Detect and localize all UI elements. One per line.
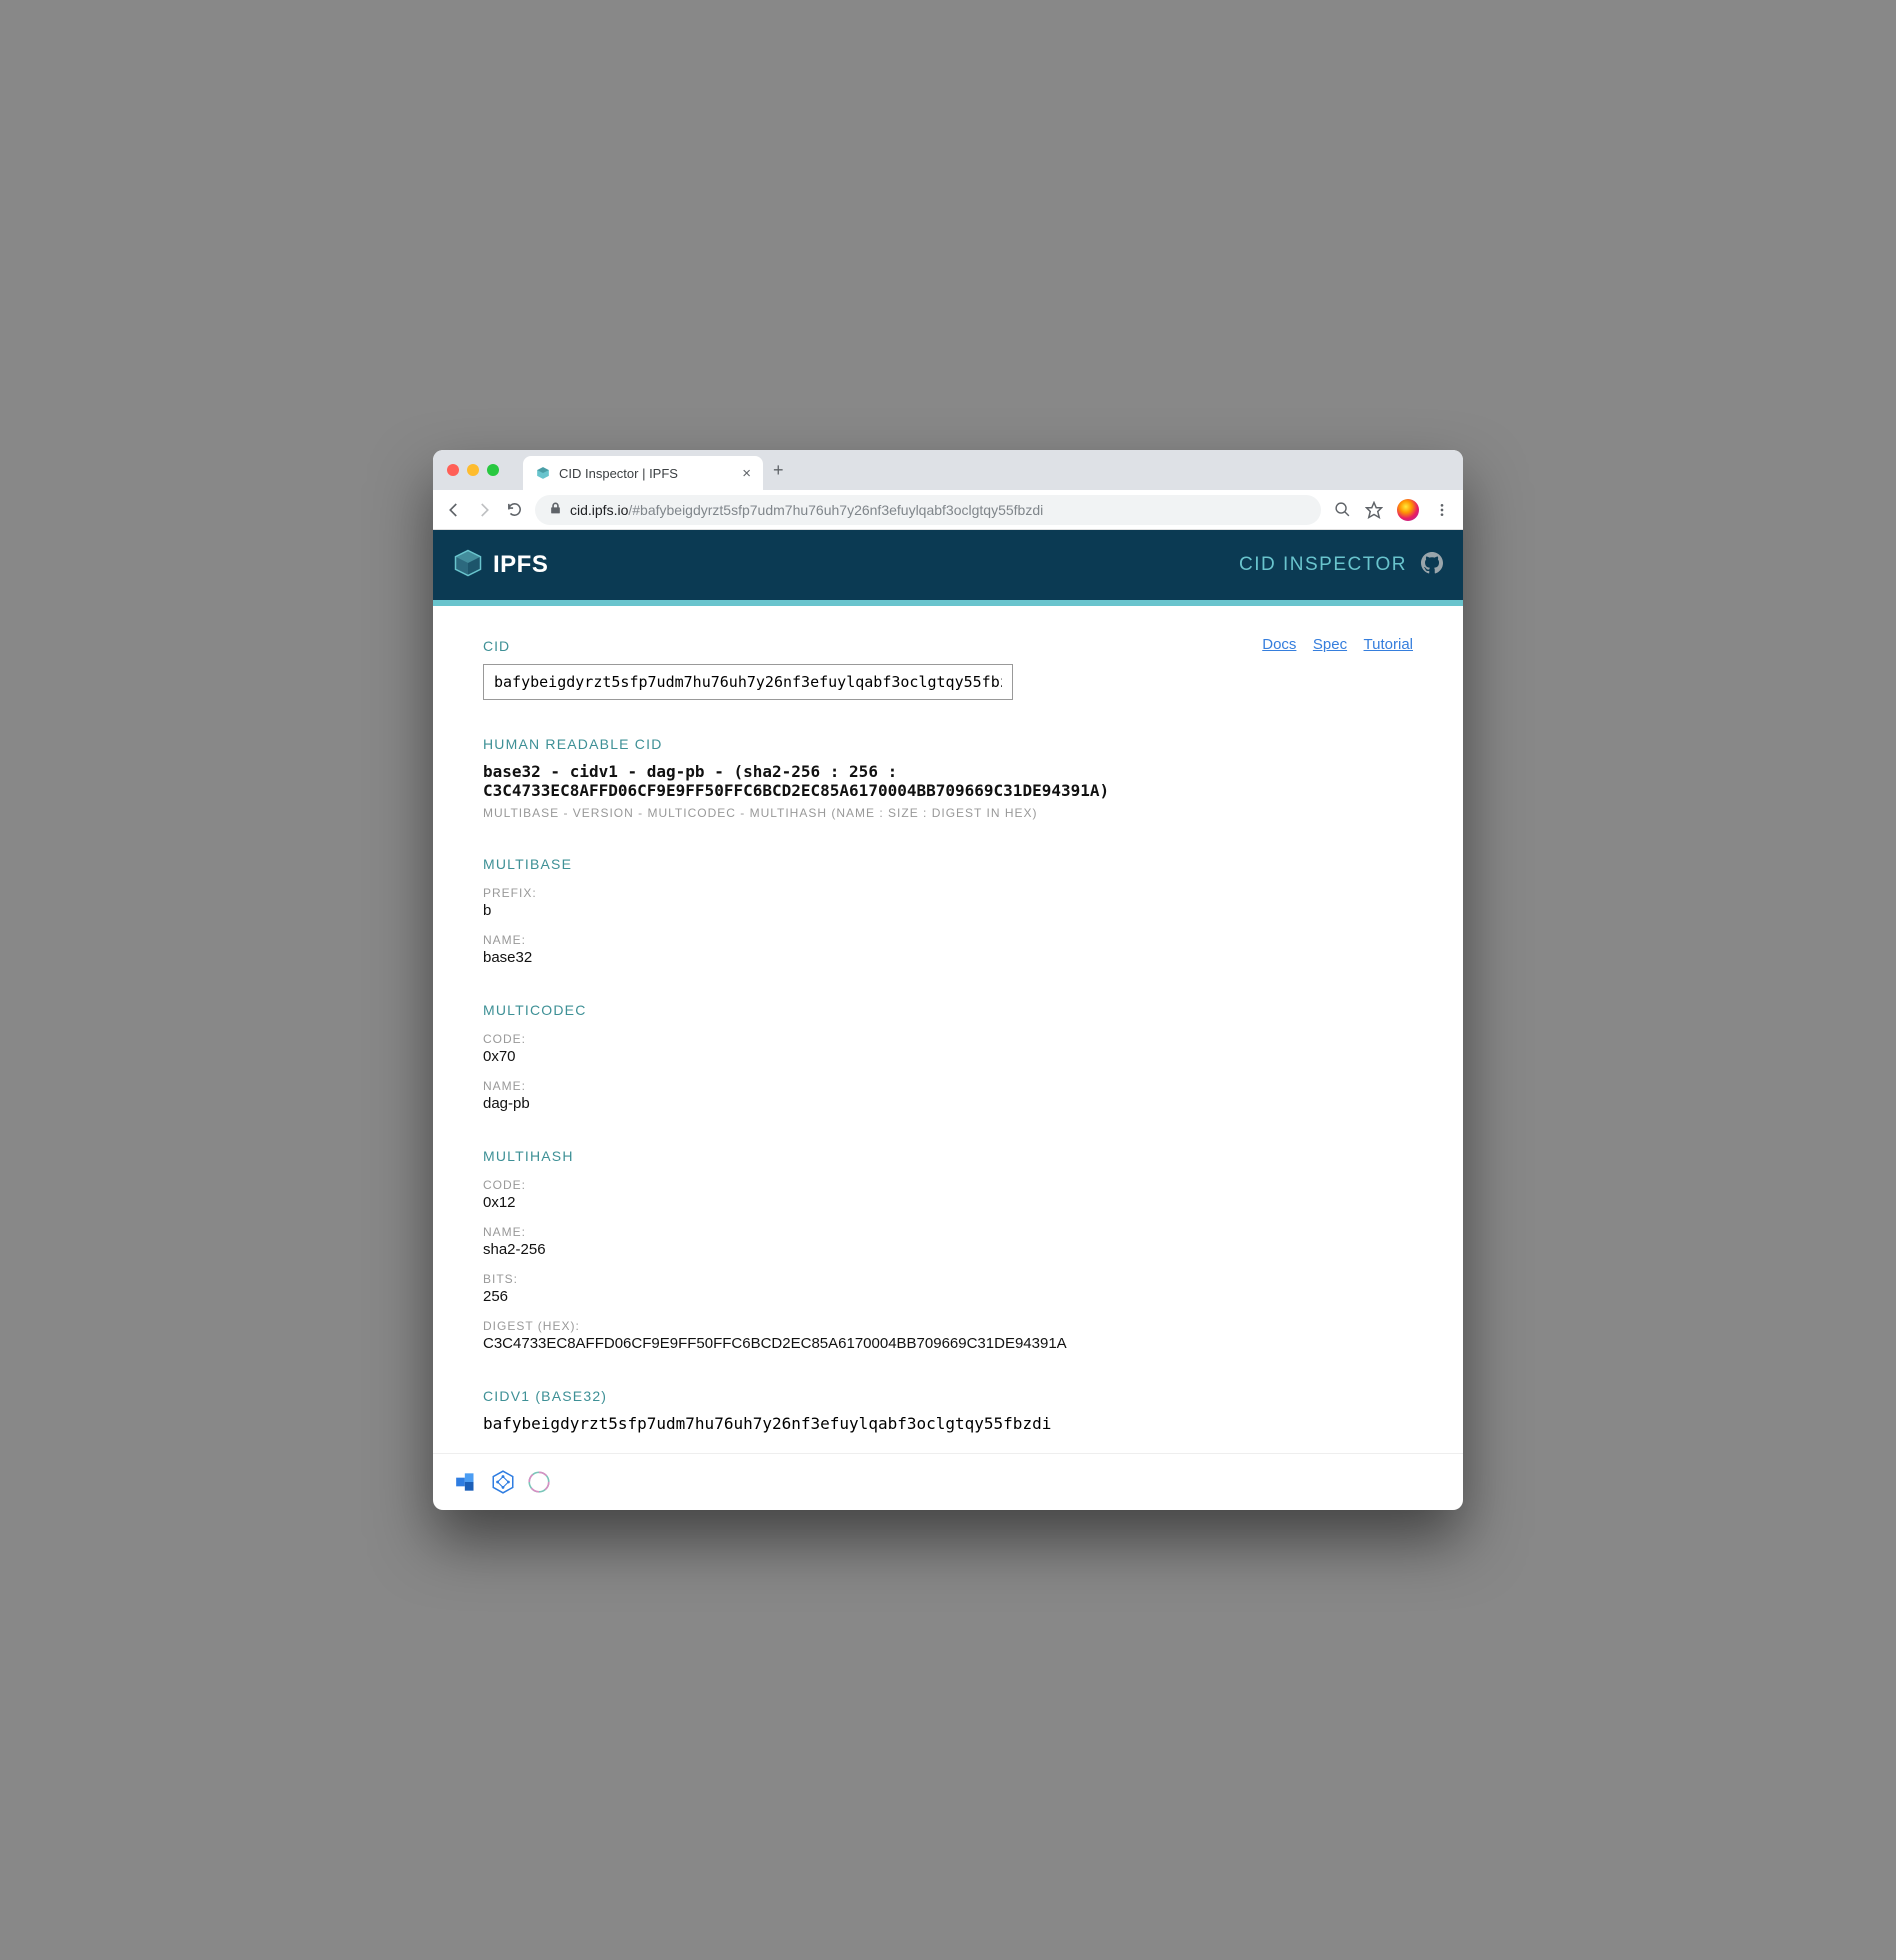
cid-header-row: CID Docs Spec Tutorial <box>483 636 1413 654</box>
content: CID Docs Spec Tutorial HUMAN READABLE CI… <box>433 606 1463 1453</box>
cid-input[interactable] <box>483 664 1013 700</box>
multibase-label: MULTIBASE <box>483 856 1413 872</box>
multihash-code-value: 0x12 <box>483 1194 1413 1211</box>
forward-button[interactable] <box>475 501 493 519</box>
browser-window: CID Inspector | IPFS × + cid.ipfs.io/#ba… <box>433 450 1463 1510</box>
cidv1-label: CIDV1 (BASE32) <box>483 1388 1413 1404</box>
new-tab-button[interactable]: + <box>773 460 784 481</box>
header-right: CID INSPECTOR <box>1239 552 1443 579</box>
human-readable-meta: MULTIBASE - VERSION - MULTICODEC - MULTI… <box>483 806 1413 820</box>
multicodec-code-value: 0x70 <box>483 1048 1413 1065</box>
browser-tab[interactable]: CID Inspector | IPFS × <box>523 456 763 490</box>
cidv1-section: CIDV1 (BASE32) bafybeigdyrzt5sfp7udm7hu7… <box>483 1388 1413 1433</box>
human-readable-section: HUMAN READABLE CID base32 - cidv1 - dag-… <box>483 736 1413 820</box>
cid-label: CID <box>483 638 510 654</box>
menu-dots-icon[interactable] <box>1433 501 1451 519</box>
bookmark-star-icon[interactable] <box>1365 501 1383 519</box>
libp2p-icon[interactable] <box>525 1468 553 1496</box>
multibase-name-value: base32 <box>483 949 1413 966</box>
brand[interactable]: IPFS <box>453 548 548 583</box>
toolbar-right <box>1333 499 1451 521</box>
human-readable-breakdown: base32 - cidv1 - dag-pb - (sha2-256 : 25… <box>483 762 1413 800</box>
cidv1-value: bafybeigdyrzt5sfp7udm7hu76uh7y26nf3efuyl… <box>483 1414 1413 1433</box>
multihash-digest-label: DIGEST (HEX): <box>483 1319 1413 1333</box>
ipfs-cube-icon <box>453 548 483 583</box>
multicodec-name-label: NAME: <box>483 1079 1413 1093</box>
github-icon[interactable] <box>1421 552 1443 579</box>
address-bar[interactable]: cid.ipfs.io/#bafybeigdyrzt5sfp7udm7hu76u… <box>535 495 1321 525</box>
profile-avatar-icon[interactable] <box>1397 499 1419 521</box>
docs-link[interactable]: Docs <box>1262 636 1296 653</box>
multihash-digest-value: C3C4733EC8AFFD06CF9E9FF50FFC6BCD2EC85A61… <box>483 1335 1413 1352</box>
multihash-code-label: CODE: <box>483 1178 1413 1192</box>
multibase-prefix-label: PREFIX: <box>483 886 1413 900</box>
brand-text: IPFS <box>493 551 548 579</box>
url-path: /#bafybeigdyrzt5sfp7udm7hu76uh7y26nf3efu… <box>628 502 1043 518</box>
traffic-lights <box>447 464 499 476</box>
multicodec-name-value: dag-pb <box>483 1095 1413 1112</box>
multibase-section: MULTIBASE PREFIX: b NAME: base32 <box>483 856 1413 966</box>
window-close-button[interactable] <box>447 464 459 476</box>
ipld-icon[interactable] <box>489 1468 517 1496</box>
ipfs-favicon-icon <box>535 465 551 481</box>
multihash-bits-label: BITS: <box>483 1272 1413 1286</box>
multihash-section: MULTIHASH CODE: 0x12 NAME: sha2-256 BITS… <box>483 1148 1413 1352</box>
spec-link[interactable]: Spec <box>1313 636 1347 653</box>
app-title: CID INSPECTOR <box>1239 554 1407 576</box>
multihash-name-value: sha2-256 <box>483 1241 1413 1258</box>
multicodec-label: MULTICODEC <box>483 1002 1413 1018</box>
multibase-prefix-value: b <box>483 902 1413 919</box>
multihash-name-label: NAME: <box>483 1225 1413 1239</box>
window-zoom-button[interactable] <box>487 464 499 476</box>
zoom-icon[interactable] <box>1333 501 1351 519</box>
human-readable-label: HUMAN READABLE CID <box>483 736 1413 752</box>
titlebar: CID Inspector | IPFS × + <box>433 450 1463 490</box>
back-button[interactable] <box>445 501 463 519</box>
doc-links: Docs Spec Tutorial <box>1250 636 1413 654</box>
tab-title: CID Inspector | IPFS <box>559 466 678 481</box>
lock-icon <box>549 502 562 518</box>
window-minimize-button[interactable] <box>467 464 479 476</box>
multicodec-code-label: CODE: <box>483 1032 1413 1046</box>
tutorial-link[interactable]: Tutorial <box>1364 636 1413 653</box>
app-header: IPFS CID INSPECTOR <box>433 530 1463 600</box>
tab-close-icon[interactable]: × <box>742 465 751 482</box>
multihash-label: MULTIHASH <box>483 1148 1413 1164</box>
url-host: cid.ipfs.io <box>570 502 628 518</box>
reload-button[interactable] <box>505 501 523 519</box>
multihash-bits-value: 256 <box>483 1288 1413 1305</box>
url-text: cid.ipfs.io/#bafybeigdyrzt5sfp7udm7hu76u… <box>570 502 1043 518</box>
footer <box>433 1453 1463 1510</box>
multiformats-icon[interactable] <box>453 1468 481 1496</box>
multibase-name-label: NAME: <box>483 933 1413 947</box>
multicodec-section: MULTICODEC CODE: 0x70 NAME: dag-pb <box>483 1002 1413 1112</box>
browser-toolbar: cid.ipfs.io/#bafybeigdyrzt5sfp7udm7hu76u… <box>433 490 1463 530</box>
